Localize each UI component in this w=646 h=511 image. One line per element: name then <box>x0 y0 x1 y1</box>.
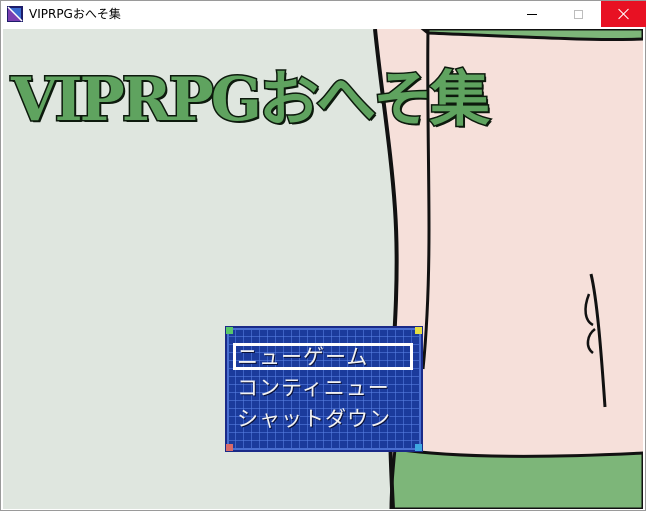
menu-corner-ornament <box>226 444 233 451</box>
menu-corner-ornament <box>226 327 233 334</box>
close-icon <box>618 8 630 20</box>
minimize-icon <box>527 13 537 15</box>
title-bar[interactable]: VIPRPGおへそ集 <box>1 1 646 27</box>
app-window: VIPRPGおへそ集 VIPRPGおへそ集 ニューゲーム コンティニュー シャッ… <box>0 0 646 511</box>
game-title-logo: VIPRPGおへそ集 <box>10 64 492 137</box>
title-menu: ニューゲーム コンティニュー シャットダウン <box>225 326 423 452</box>
menu-item-new-game[interactable]: ニューゲーム <box>237 344 415 370</box>
app-icon <box>7 6 23 22</box>
window-title: VIPRPGおへそ集 <box>29 7 121 21</box>
menu-item-continue[interactable]: コンティニュー <box>237 375 415 401</box>
menu-item-shutdown[interactable]: シャットダウン <box>237 406 415 432</box>
minimize-button[interactable] <box>509 1 555 27</box>
menu-corner-ornament <box>415 444 422 451</box>
maximize-icon <box>573 9 583 19</box>
menu-corner-ornament <box>415 327 422 334</box>
close-button[interactable] <box>601 1 646 27</box>
maximize-button[interactable] <box>555 1 601 27</box>
game-screen[interactable]: VIPRPGおへそ集 ニューゲーム コンティニュー シャットダウン <box>3 29 643 509</box>
